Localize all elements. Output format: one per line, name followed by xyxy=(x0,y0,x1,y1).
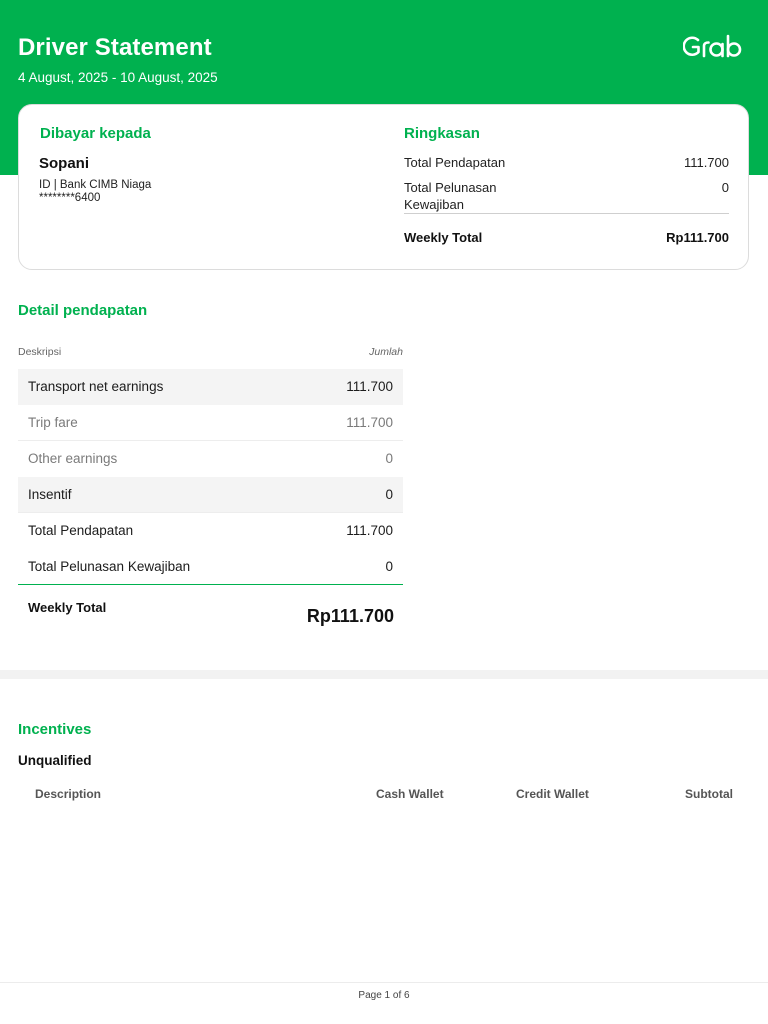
col-amount: Jumlah xyxy=(369,346,403,358)
table-row: Total Pelunasan Kewajiban 0 xyxy=(18,549,403,585)
payee-heading: Dibayar kepada xyxy=(40,125,151,142)
table-row: Insentif 0 xyxy=(18,477,403,513)
row-value: 0 xyxy=(385,559,393,574)
incentives-subheading: Unqualified xyxy=(18,753,92,768)
summary-label-pelunasan-line2: Kewajiban xyxy=(404,197,464,212)
row-value: 111.700 xyxy=(346,523,393,538)
row-value: 111.700 xyxy=(346,415,393,430)
col-credit-wallet: Credit Wallet xyxy=(516,787,589,801)
weekly-total-value: Rp111.700 xyxy=(306,606,394,626)
footer-divider xyxy=(0,982,768,983)
payee-account: ********6400 xyxy=(39,192,101,204)
summary-card: Dibayar kepada Sopani ID | Bank CIMB Nia… xyxy=(18,104,749,270)
row-label: Other earnings xyxy=(28,451,118,466)
summary-weekly-total-label: Weekly Total xyxy=(404,230,483,245)
weekly-total-label: Weekly Total xyxy=(28,600,107,615)
row-value: 111.700 xyxy=(346,379,393,394)
summary-weekly-total-value: Rp111.700 xyxy=(666,230,729,245)
summary-divider xyxy=(404,213,729,214)
col-description: Deskripsi xyxy=(18,346,62,358)
summary-value-pelunasan: 0 xyxy=(721,180,729,195)
row-label: Total Pendapatan xyxy=(28,523,134,538)
summary-heading: Ringkasan xyxy=(404,125,480,142)
row-value: 0 xyxy=(385,487,393,502)
summary-value-total-pendapatan: 111.700 xyxy=(683,155,729,170)
payee-name: Sopani xyxy=(39,155,90,172)
summary-label-pelunasan-line1: Total Pelunasan xyxy=(404,180,497,195)
col-cash-wallet: Cash Wallet xyxy=(376,787,444,801)
row-value: 0 xyxy=(385,451,393,466)
col-incentive-description: Description xyxy=(35,787,102,801)
statement-period: 4 August, 2025 - 10 August, 2025 xyxy=(18,70,218,85)
table-row: Total Pendapatan 111.700 xyxy=(18,513,403,549)
summary-label-total-pendapatan: Total Pendapatan xyxy=(404,155,506,170)
row-label: Transport net earnings xyxy=(28,379,164,394)
earnings-heading: Detail pendapatan xyxy=(18,302,148,319)
payee-bank: ID | Bank CIMB Niaga xyxy=(39,179,152,191)
row-label: Trip fare xyxy=(28,415,78,430)
table-row: Transport net earnings 111.700 xyxy=(18,369,403,405)
row-label: Insentif xyxy=(28,487,72,502)
grab-logo xyxy=(683,34,742,58)
page-title: Driver Statement xyxy=(18,34,212,61)
table-row: Trip fare 111.700 xyxy=(18,405,403,441)
section-divider xyxy=(0,670,768,679)
incentives-heading: Incentives xyxy=(18,721,92,738)
col-subtotal: Subtotal xyxy=(685,787,733,801)
table-row: Other earnings 0 xyxy=(18,441,403,477)
page-number: Page 1 of 6 xyxy=(358,990,410,1001)
row-label: Total Pelunasan Kewajiban xyxy=(28,559,191,574)
